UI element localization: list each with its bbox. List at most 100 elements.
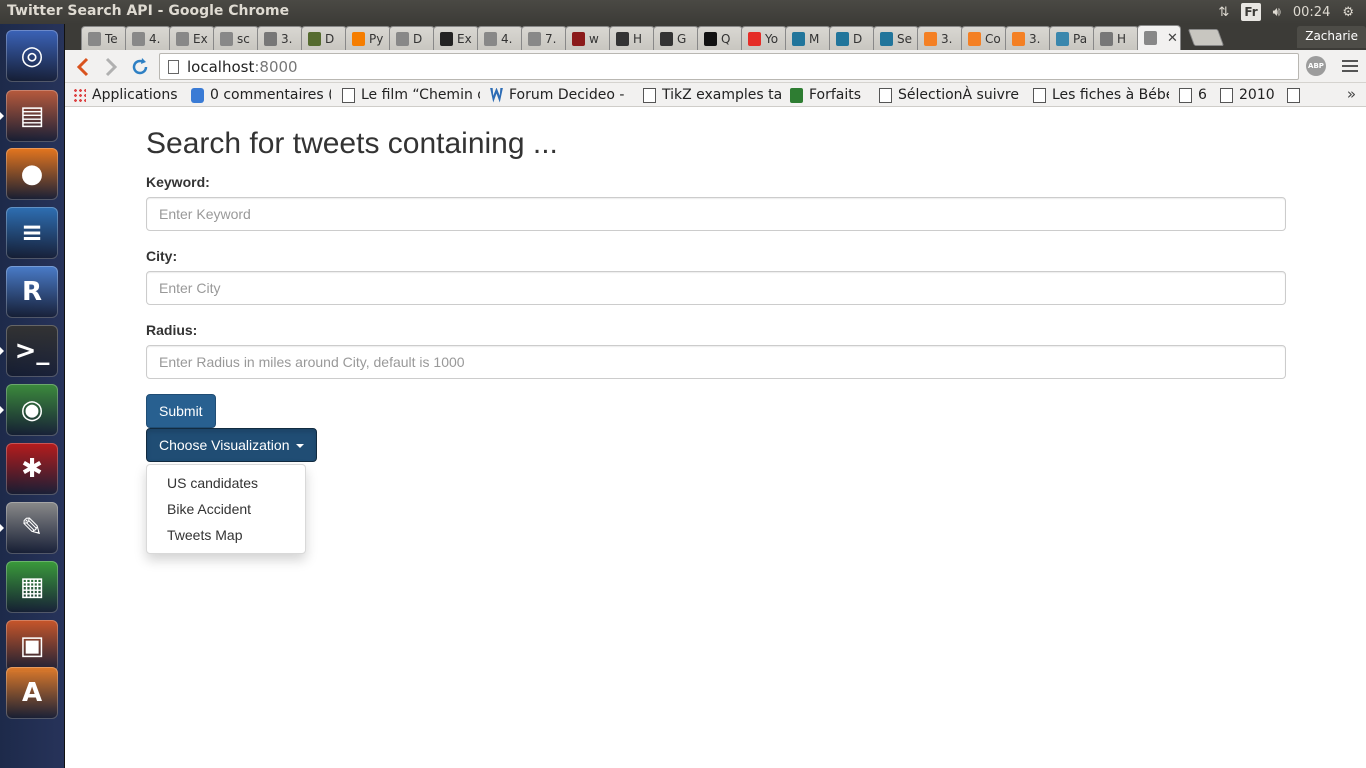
bookmark-item[interactable]: Forum Decideo - <box>490 85 630 105</box>
launcher-files-icon[interactable]: ▤ <box>6 90 58 142</box>
launcher-terminal-icon[interactable]: >_ <box>6 325 58 377</box>
tab-favicon-icon <box>836 31 849 46</box>
browser-tab[interactable]: Pa <box>1049 26 1095 50</box>
launcher-network-tool-icon[interactable]: ✱ <box>6 443 58 495</box>
window-title: Twitter Search API - Google Chrome <box>7 3 290 19</box>
url-host: localhost <box>187 57 255 76</box>
browser-tab[interactable]: D <box>389 26 435 50</box>
browser-tab[interactable]: 4. <box>477 26 523 50</box>
bookmark-item[interactable]: Applications <box>73 85 183 105</box>
tab-favicon-icon <box>352 31 365 46</box>
browser-tab[interactable]: Co <box>961 26 1007 50</box>
launcher-libreoffice-calc-icon[interactable]: ▦ <box>6 561 58 613</box>
address-bar[interactable]: localhost:8000 <box>159 53 1299 80</box>
radius-input[interactable] <box>146 345 1286 379</box>
bookmark-item[interactable]: 2010 <box>1220 85 1276 105</box>
bookmark-favicon-icon <box>191 87 204 103</box>
reload-button[interactable] <box>128 55 152 79</box>
visualization-option[interactable]: Tweets Map <box>147 522 305 548</box>
clock[interactable]: 00:24 <box>1293 5 1330 20</box>
network-icon[interactable]: ⇅ <box>1218 5 1229 20</box>
tab-label: Yo <box>765 31 779 46</box>
browser-tab[interactable]: Q <box>697 26 743 50</box>
choose-visualization-button[interactable]: Choose Visualization <box>146 428 318 462</box>
browser-tab[interactable]: 3. <box>1005 26 1051 50</box>
browser-tab[interactable]: Ex <box>169 26 215 50</box>
launcher-text-editor-icon[interactable]: ✎ <box>6 502 58 554</box>
submit-button[interactable]: Submit <box>146 394 216 428</box>
bookmark-item[interactable] <box>1287 85 1301 105</box>
bookmarks-bar: » Applications 0 commentaires ( Le film “C… <box>65 83 1366 107</box>
launcher: ◎ ▤ ● ≡ R >_ ◉ ✱ ✎ ▦ ▣ A <box>0 24 65 768</box>
bookmark-item[interactable]: Le film “Chemin d <box>342 85 480 105</box>
tab-label: Ex <box>457 31 472 46</box>
browser-tab[interactable]: 3. <box>917 26 963 50</box>
browser-tab[interactable]: Ex <box>433 26 479 50</box>
keyboard-layout-indicator[interactable]: Fr <box>1241 3 1261 21</box>
browser-tab[interactable]: H <box>609 26 655 50</box>
launcher-firefox-icon[interactable]: ● <box>6 148 58 200</box>
browser-tab[interactable]: Yo <box>741 26 787 50</box>
bookmark-item[interactable]: Forfaits <box>790 85 870 105</box>
tab-label: D <box>853 31 863 46</box>
browser-tab[interactable]: Py <box>345 26 391 50</box>
tab-active[interactable]: ✕ <box>1137 25 1181 50</box>
browser-tab[interactable]: w <box>565 26 611 50</box>
visualization-option[interactable]: US candidates <box>147 470 305 496</box>
bookmark-item[interactable]: 6 <box>1179 85 1209 105</box>
browser-tab[interactable]: M <box>785 26 831 50</box>
bookmark-item[interactable]: SélectionÀ suivre <box>879 85 1023 105</box>
tab-favicon-icon <box>308 31 321 46</box>
bookmark-item[interactable]: 0 commentaires ( <box>191 85 331 105</box>
launcher-rstudio-icon[interactable]: R <box>6 266 58 318</box>
back-button[interactable] <box>71 55 95 79</box>
keyword-input[interactable] <box>146 197 1286 231</box>
close-tab-icon[interactable]: ✕ <box>1167 31 1178 46</box>
adblock-icon[interactable]: ABP <box>1306 56 1326 76</box>
launcher-software-center-icon[interactable]: A <box>6 667 58 719</box>
page-content: Search for tweets containing ... Keyword… <box>65 107 1366 768</box>
browser-tab[interactable]: D <box>301 26 347 50</box>
radius-label: Radius: <box>146 322 198 338</box>
bookmark-item[interactable]: TikZ examples tag <box>643 85 781 105</box>
browser-tab[interactable]: Te <box>81 26 127 50</box>
new-tab-button[interactable] <box>1187 29 1225 46</box>
browser-tab[interactable]: sc <box>213 26 259 50</box>
running-indicator <box>0 524 4 532</box>
launcher-ubuntu-dash-icon[interactable]: ◎ <box>6 30 58 82</box>
bookmark-item[interactable]: Les fiches à Bébe <box>1033 85 1169 105</box>
launcher-chrome-icon[interactable]: ◉ <box>6 384 58 436</box>
tab-favicon-icon <box>528 31 541 46</box>
browser-tab[interactable]: 3. <box>257 26 303 50</box>
launcher-libreoffice-impress-icon[interactable]: ▣ <box>6 620 58 672</box>
bookmarks-overflow-icon[interactable]: » <box>1347 85 1356 103</box>
launcher-libreoffice-writer-icon[interactable]: ≡ <box>6 207 58 259</box>
keyword-label: Keyword: <box>146 174 210 190</box>
chrome-menu-icon[interactable] <box>1342 56 1358 76</box>
city-input[interactable] <box>146 271 1286 305</box>
tab-favicon-icon <box>88 31 101 46</box>
tab-favicon-icon <box>704 31 717 46</box>
launcher-glyph: A <box>21 678 43 708</box>
visualization-option[interactable]: Bike Accident <box>147 496 305 522</box>
browser-tab[interactable]: H <box>1093 26 1139 50</box>
browser-tab[interactable]: 4. <box>125 26 171 50</box>
volume-icon[interactable]: 🔊︎ <box>1273 5 1281 20</box>
gear-icon[interactable]: ⚙ <box>1342 5 1354 20</box>
bookmark-favicon-icon <box>643 87 656 103</box>
system-top-panel: Twitter Search API - Google Chrome ⇅ Fr … <box>0 0 1366 24</box>
visualization-dropdown-menu: US candidates Bike Accident Tweets Map <box>146 464 306 554</box>
browser-tab[interactable]: D <box>829 26 875 50</box>
tab-label: 7. <box>545 31 557 46</box>
browser-tab[interactable]: G <box>653 26 699 50</box>
bookmark-label: 6 <box>1198 87 1207 103</box>
launcher-glyph: >_ <box>14 336 50 366</box>
forward-button[interactable] <box>99 55 123 79</box>
browser-tab[interactable]: 7. <box>521 26 567 50</box>
browser-tab[interactable]: Se <box>873 26 919 50</box>
bookmark-label: SélectionÀ suivre <box>898 87 1019 103</box>
profile-button[interactable]: Zacharie <box>1297 26 1366 48</box>
bookmark-label: 0 commentaires ( <box>210 87 331 103</box>
tab-favicon-icon <box>132 31 145 46</box>
tab-label: 3. <box>941 31 953 46</box>
